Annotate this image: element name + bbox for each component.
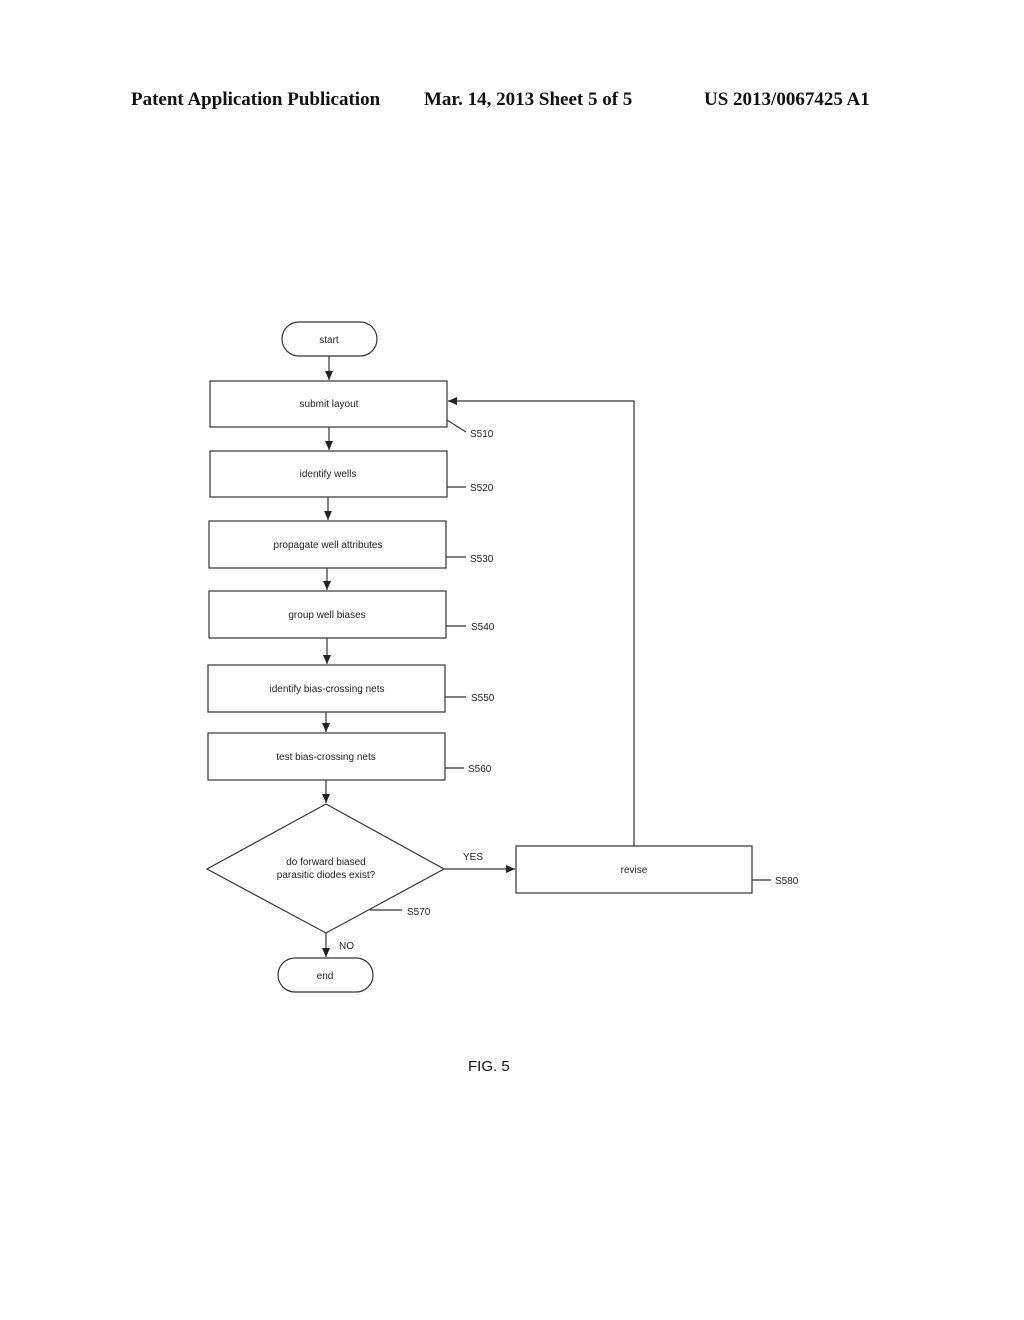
decision-line-2: parasitic diodes exist? xyxy=(277,870,376,881)
ref-s530: S530 xyxy=(470,554,494,565)
ref-s520: S520 xyxy=(470,483,494,494)
ref-s540: S540 xyxy=(471,622,495,633)
end-label: end xyxy=(317,971,334,982)
step-label-s530: propagate well attributes xyxy=(274,540,383,551)
decision-line-1: do forward biased xyxy=(286,857,366,868)
ref-s550: S550 xyxy=(471,693,495,704)
start-label: start xyxy=(319,335,339,346)
ref-s510: S510 xyxy=(470,429,494,440)
leader-s510 xyxy=(446,419,467,433)
no-label: NO xyxy=(339,941,354,952)
step-label-s580: revise xyxy=(621,865,648,876)
step-label-s560: test bias-crossing nets xyxy=(276,752,376,763)
yes-label: YES xyxy=(463,852,483,863)
step-label-s550: identify bias-crossing nets xyxy=(269,684,384,695)
step-label-s520: identify wells xyxy=(300,469,357,480)
step-label-s540: group well biases xyxy=(288,610,365,621)
ref-s580: S580 xyxy=(775,876,799,887)
ref-s560: S560 xyxy=(468,764,492,775)
ref-s570: S570 xyxy=(407,907,431,918)
figure-label: FIG. 5 xyxy=(468,1058,510,1075)
flowchart-diagram: start submit layout identify wells propa… xyxy=(205,321,799,993)
step-label-s510: submit layout xyxy=(300,399,359,410)
